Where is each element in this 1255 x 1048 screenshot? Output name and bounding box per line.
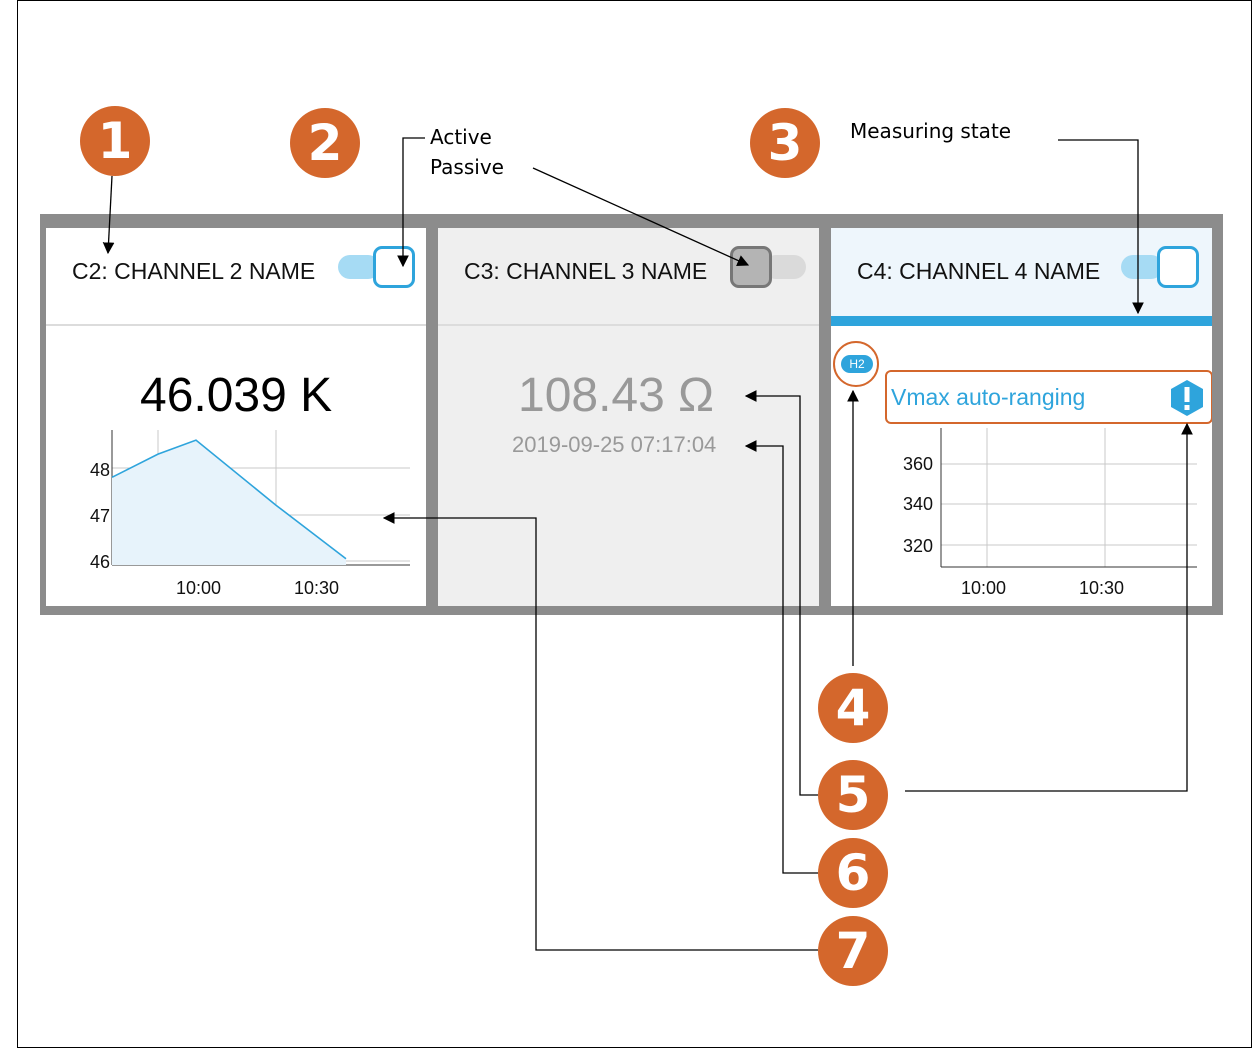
arrow-callout-1: [102, 175, 115, 255]
arrow-callout-2: [397, 137, 425, 268]
arrow-callout-6: [744, 440, 818, 874]
arrow-passive: [532, 167, 750, 267]
annotation-arrows: [102, 137, 1193, 951]
arrow-measuring-state: [1058, 139, 1144, 315]
arrow-callout-5-alert: [905, 422, 1193, 792]
arrow-callout-7: [382, 512, 818, 951]
arrow-callout-5-value: [744, 390, 818, 796]
